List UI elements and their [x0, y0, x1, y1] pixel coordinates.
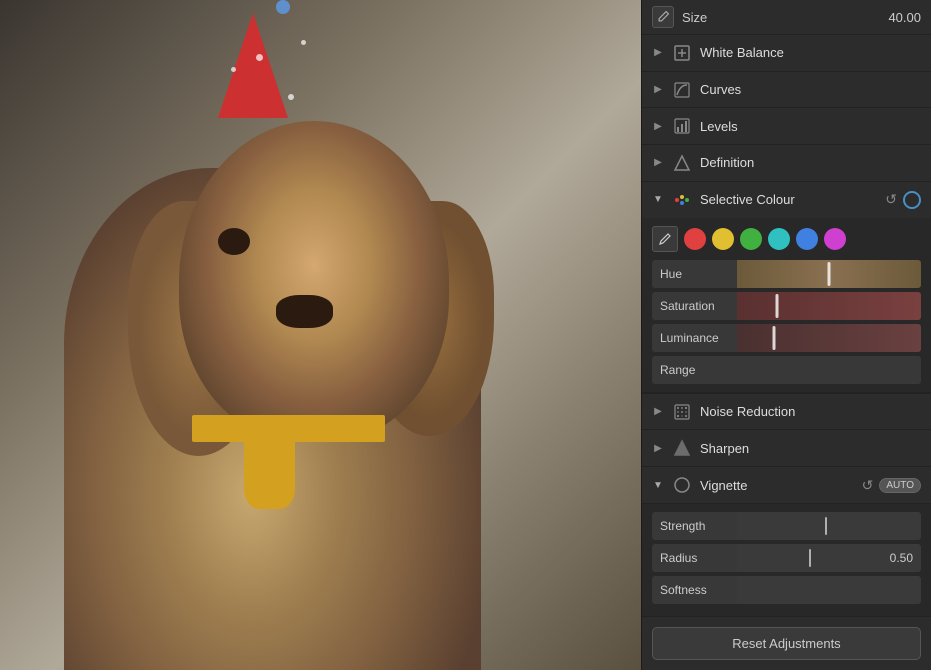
definition-row[interactable]: ▶ Definition	[642, 145, 931, 182]
strength-track[interactable]	[737, 512, 921, 540]
selective-toggle-icon[interactable]	[903, 191, 921, 209]
vignette-chevron: ▼	[652, 479, 664, 491]
reset-adjustments-button[interactable]: Reset Adjustments	[652, 627, 921, 660]
softness-slider-row: Softness	[652, 576, 921, 604]
radius-slider-row: Radius 0.50	[652, 544, 921, 572]
size-label: Size	[682, 10, 880, 25]
vignette-reset-icon[interactable]: ↺	[862, 477, 874, 494]
noise-chevron: ▶	[652, 406, 664, 418]
definition-icon	[672, 153, 692, 173]
selective-colour-section: ▼ Selective Colour ↺	[642, 182, 931, 394]
right-panel: Size 40.00 ▶ White Balance ▶ Curves ▶	[641, 0, 931, 670]
vignette-actions: ↺ AUTO	[862, 477, 921, 494]
curves-row[interactable]: ▶ Curves	[642, 72, 931, 109]
radius-track-bar	[737, 544, 882, 572]
selective-reset-icon[interactable]: ↺	[885, 191, 897, 208]
selective-actions: ↺	[885, 191, 921, 209]
def-chevron: ▶	[652, 157, 664, 169]
selective-label: Selective Colour	[700, 192, 877, 207]
color-dot-blue[interactable]	[796, 228, 818, 250]
color-dot-yellow[interactable]	[712, 228, 734, 250]
dog-eye-left	[218, 228, 250, 255]
party-hat	[218, 13, 288, 118]
eyedropper-button[interactable]	[652, 226, 678, 252]
levels-icon	[672, 116, 692, 136]
radius-track[interactable]: 0.50	[737, 544, 921, 572]
saturation-thumb	[776, 294, 779, 318]
dog-scarf	[192, 415, 384, 442]
strength-thumb	[825, 517, 827, 535]
hue-label: Hue	[652, 260, 737, 288]
size-value: 40.00	[888, 10, 921, 25]
size-bar: Size 40.00	[642, 0, 931, 35]
noise-label: Noise Reduction	[700, 404, 921, 419]
selective-colour-content: Hue Saturation Luminance	[642, 218, 931, 393]
wb-label: White Balance	[700, 45, 921, 60]
photo-background	[0, 0, 641, 670]
strength-slider-row: Strength	[652, 512, 921, 540]
curves-chevron: ▶	[652, 84, 664, 96]
luminance-track[interactable]	[737, 324, 921, 352]
color-picker-row	[652, 226, 921, 252]
vignette-header[interactable]: ▼ Vignette ↺ AUTO	[642, 467, 931, 504]
dog-head	[179, 121, 448, 443]
saturation-label: Saturation	[652, 292, 737, 320]
levels-row[interactable]: ▶ Levels	[642, 108, 931, 145]
range-label-text: Range	[660, 363, 695, 377]
strength-label: Strength	[652, 512, 737, 540]
hue-thumb	[828, 262, 831, 286]
color-dot-magenta[interactable]	[824, 228, 846, 250]
saturation-track[interactable]	[737, 292, 921, 320]
color-dot-red[interactable]	[684, 228, 706, 250]
selective-icon	[672, 190, 692, 210]
range-row: Range	[652, 356, 921, 384]
hat-dot-1	[256, 54, 263, 61]
noise-reduction-row[interactable]: ▶ Noise Reduction	[642, 394, 931, 431]
hue-slider-row: Hue	[652, 260, 921, 288]
hat-dot-4	[231, 67, 236, 72]
sharpen-row[interactable]: ▶ Sharpen	[642, 430, 931, 467]
white-balance-row[interactable]: ▶ White Balance	[642, 35, 931, 72]
dog-nose	[276, 295, 334, 329]
softness-label: Softness	[652, 576, 737, 604]
radius-value: 0.50	[882, 551, 921, 565]
saturation-slider-row: Saturation	[652, 292, 921, 320]
pencil-icon	[652, 6, 674, 28]
vignette-content: Strength Radius 0.50 Softness	[642, 504, 931, 617]
hat-pompom	[276, 0, 290, 14]
wb-chevron: ▶	[652, 47, 664, 59]
sharpen-label: Sharpen	[700, 441, 921, 456]
levels-label: Levels	[700, 119, 921, 134]
color-dot-cyan[interactable]	[768, 228, 790, 250]
wb-icon	[672, 43, 692, 63]
hue-track[interactable]	[737, 260, 921, 288]
image-panel	[0, 0, 641, 670]
selective-colour-header[interactable]: ▼ Selective Colour ↺	[642, 182, 931, 218]
selective-chevron: ▼	[652, 194, 664, 206]
luminance-slider-row: Luminance	[652, 324, 921, 352]
vignette-label: Vignette	[700, 478, 854, 493]
sharpen-chevron: ▶	[652, 442, 664, 454]
color-dot-green[interactable]	[740, 228, 762, 250]
radius-label: Radius	[652, 544, 737, 572]
luminance-label: Luminance	[652, 324, 737, 352]
dog-scarf-tail	[244, 442, 295, 509]
auto-badge[interactable]: AUTO	[879, 478, 921, 493]
radius-thumb	[809, 549, 811, 567]
noise-icon	[672, 402, 692, 422]
vignette-icon	[672, 475, 692, 495]
def-label: Definition	[700, 155, 921, 170]
curves-icon	[672, 80, 692, 100]
curves-label: Curves	[700, 82, 921, 97]
levels-chevron: ▶	[652, 120, 664, 132]
sharpen-icon	[672, 438, 692, 458]
vignette-section: ▼ Vignette ↺ AUTO Strength	[642, 467, 931, 617]
luminance-thumb	[772, 326, 775, 350]
softness-track[interactable]	[737, 576, 921, 604]
